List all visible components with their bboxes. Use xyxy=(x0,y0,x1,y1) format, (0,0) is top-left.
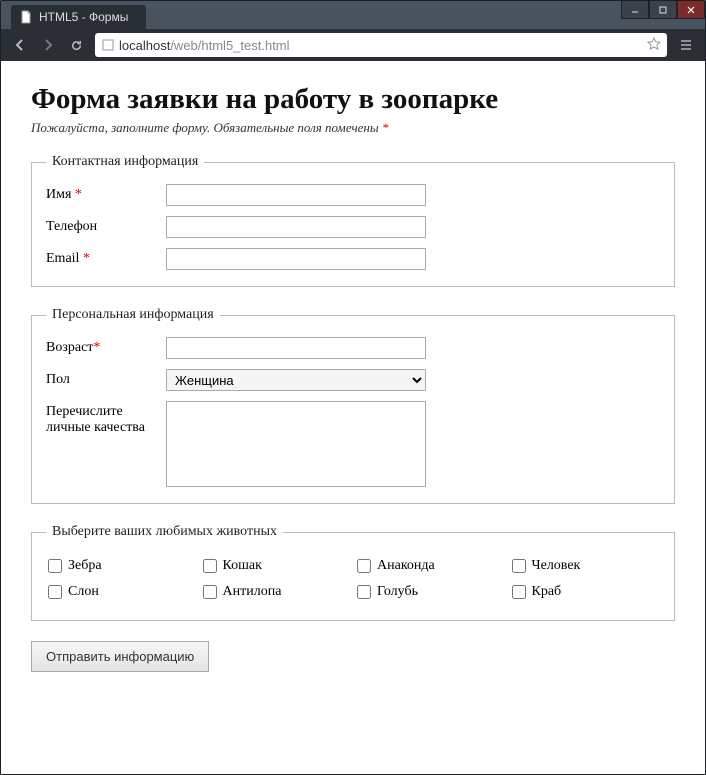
textarea-qualities[interactable] xyxy=(166,401,426,487)
page-icon xyxy=(19,10,33,24)
checkbox-animal-1[interactable] xyxy=(203,559,217,573)
label-name: Имя * xyxy=(46,184,166,203)
fieldset-contact: Контактная информация Имя * Телефон Emai… xyxy=(31,154,675,287)
animal-label: Голубь xyxy=(377,584,418,600)
checkbox-animal-7[interactable] xyxy=(512,585,526,599)
page-heading: Форма заявки на работу в зоопарке xyxy=(31,83,675,116)
checkbox-animal-3[interactable] xyxy=(512,559,526,573)
animal-label: Анаконда xyxy=(377,558,435,574)
submit-button[interactable]: Отправить информацию xyxy=(31,641,209,672)
subtitle-text: Пожалуйста, заполните форму. Обязательны… xyxy=(31,120,382,135)
checkbox-animal-5[interactable] xyxy=(203,585,217,599)
checkbox-animal-2[interactable] xyxy=(357,559,371,573)
browser-toolbar: localhost/web/html5_test.html xyxy=(1,29,705,61)
select-gender[interactable]: Женщина xyxy=(166,369,426,391)
label-qualities: Перечислите личные качества xyxy=(46,401,166,436)
row-qualities: Перечислите личные качества xyxy=(46,401,660,487)
row-email: Email * xyxy=(46,248,660,270)
input-email[interactable] xyxy=(166,248,426,270)
legend-personal: Персональная информация xyxy=(46,307,220,323)
checkbox-animal-6[interactable] xyxy=(357,585,371,599)
animal-item-2[interactable]: Анаконда xyxy=(357,558,504,574)
animal-item-3[interactable]: Человек xyxy=(512,558,659,574)
animal-label: Кошак xyxy=(223,558,262,574)
label-gender: Пол xyxy=(46,369,166,388)
row-name: Имя * xyxy=(46,184,660,206)
legend-animals: Выберите ваших любимых животных xyxy=(46,524,283,540)
row-gender: Пол Женщина xyxy=(46,369,660,391)
reload-button[interactable] xyxy=(63,33,89,57)
label-age: Возраст* xyxy=(46,337,166,356)
title-bar: HTML5 - Формы xyxy=(1,1,705,29)
bookmark-icon[interactable] xyxy=(647,37,661,54)
animal-label: Антилопа xyxy=(223,584,282,600)
label-email: Email * xyxy=(46,248,166,267)
animal-label: Слон xyxy=(68,584,99,600)
url-path: /web/html5_test.html xyxy=(170,38,289,53)
input-age[interactable] xyxy=(166,337,426,359)
row-age: Возраст* xyxy=(46,337,660,359)
minimize-button[interactable] xyxy=(621,1,649,19)
required-mark: * xyxy=(382,120,389,135)
fieldset-animals: Выберите ваших любимых животных Зебра Ко… xyxy=(31,524,675,621)
tab-title: HTML5 - Формы xyxy=(39,10,128,24)
browser-tab[interactable]: HTML5 - Формы xyxy=(11,5,146,29)
page-viewport: Форма заявки на работу в зоопарке Пожалу… xyxy=(1,61,705,774)
maximize-button[interactable] xyxy=(649,1,677,19)
animal-label: Краб xyxy=(532,584,562,600)
legend-contact: Контактная информация xyxy=(46,154,204,170)
animal-item-0[interactable]: Зебра xyxy=(48,558,195,574)
page-subtitle: Пожалуйста, заполните форму. Обязательны… xyxy=(31,120,675,136)
checkbox-animal-0[interactable] xyxy=(48,559,62,573)
checkbox-animal-4[interactable] xyxy=(48,585,62,599)
animal-label: Человек xyxy=(532,558,581,574)
fieldset-personal: Персональная информация Возраст* Пол Жен… xyxy=(31,307,675,504)
animal-item-6[interactable]: Голубь xyxy=(357,584,504,600)
animal-item-7[interactable]: Краб xyxy=(512,584,659,600)
window-controls xyxy=(621,1,705,19)
forward-button[interactable] xyxy=(35,33,61,57)
animal-item-4[interactable]: Слон xyxy=(48,584,195,600)
globe-icon xyxy=(101,38,115,52)
label-phone: Телефон xyxy=(46,216,166,235)
back-button[interactable] xyxy=(7,33,33,57)
browser-window: HTML5 - Формы localhost/web/html5_test.h… xyxy=(0,0,706,775)
url-host: localhost xyxy=(119,38,170,53)
row-phone: Телефон xyxy=(46,216,660,238)
animal-label: Зебра xyxy=(68,558,102,574)
animal-item-1[interactable]: Кошак xyxy=(203,558,350,574)
input-name[interactable] xyxy=(166,184,426,206)
input-phone[interactable] xyxy=(166,216,426,238)
close-button[interactable] xyxy=(677,1,705,19)
address-bar[interactable]: localhost/web/html5_test.html xyxy=(95,33,667,57)
animals-grid: Зебра Кошак Анаконда Человек Слон Антило… xyxy=(46,554,660,604)
animal-item-5[interactable]: Антилопа xyxy=(203,584,350,600)
menu-button[interactable] xyxy=(673,33,699,57)
